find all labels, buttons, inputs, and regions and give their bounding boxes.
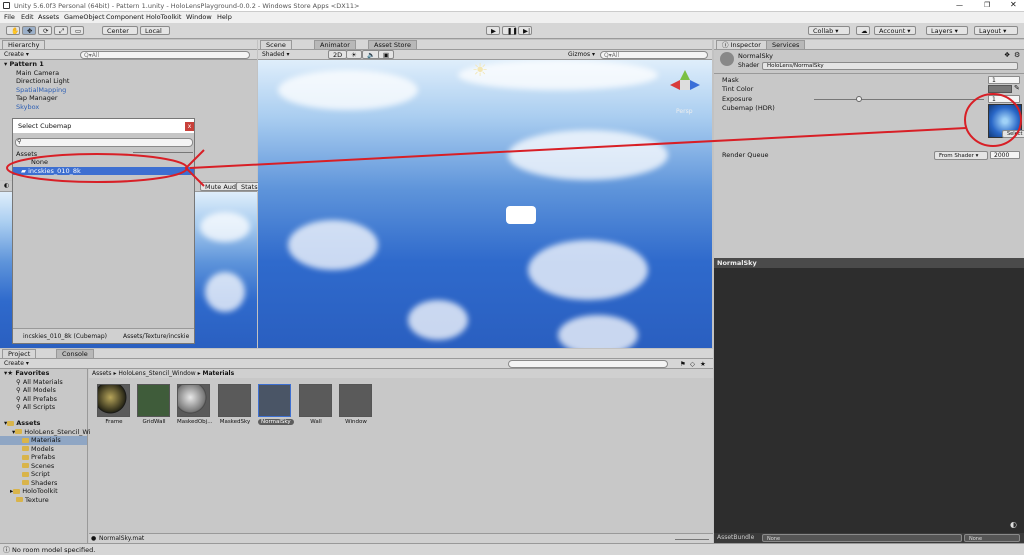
annotation-circle-slot (964, 93, 1022, 147)
annotation-circle-list (6, 153, 188, 183)
annotation-overlay (6, 93, 1022, 187)
annotation-arrow-line (189, 127, 967, 169)
